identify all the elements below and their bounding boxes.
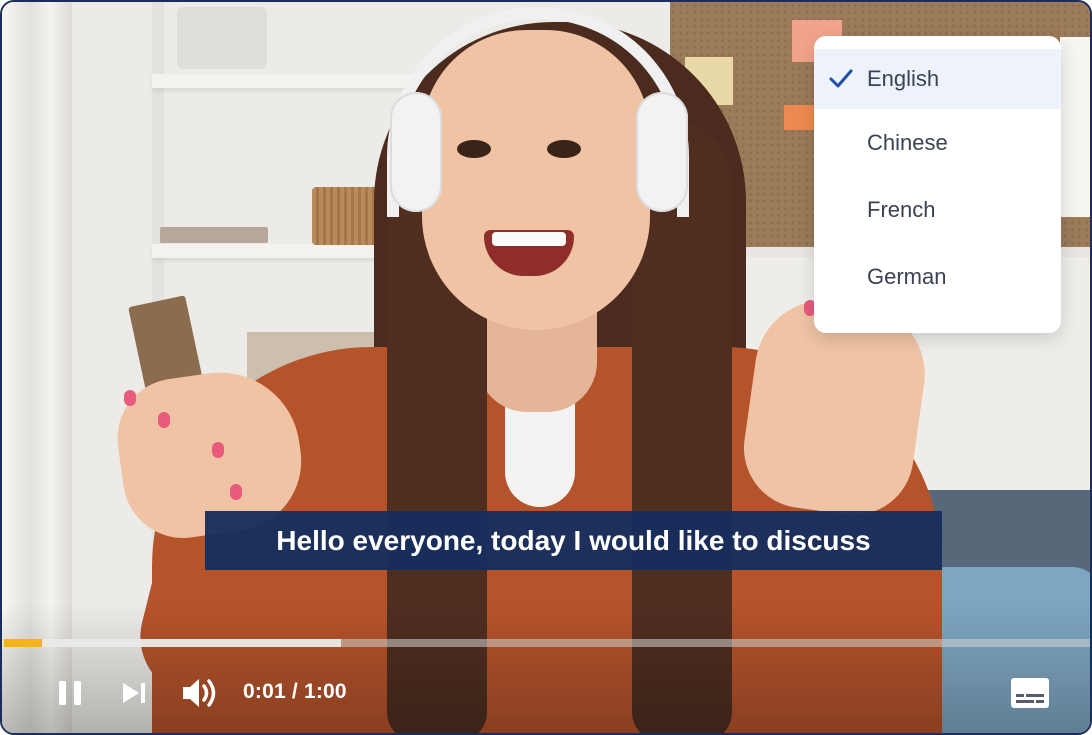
fingernail xyxy=(230,484,242,500)
subtitle-caption: Hello everyone, today I would like to di… xyxy=(205,511,942,570)
headphone-earcup xyxy=(390,92,442,212)
sticky-note xyxy=(784,105,814,130)
video-player[interactable]: English Chinese French German Hello ever… xyxy=(0,0,1092,735)
language-label: French xyxy=(867,197,936,222)
subtitles-icon[interactable] xyxy=(1010,677,1050,709)
language-option-german[interactable]: German xyxy=(814,243,1061,310)
time-separator: / xyxy=(291,680,298,703)
pause-icon[interactable] xyxy=(56,679,84,707)
volume-icon[interactable] xyxy=(180,675,220,711)
language-option-french[interactable]: French xyxy=(814,176,1061,243)
books xyxy=(160,227,268,243)
basket xyxy=(312,187,378,245)
fingernail xyxy=(212,442,224,458)
progress-bar[interactable] xyxy=(4,639,1090,647)
check-icon xyxy=(829,69,853,88)
time-display: 0:01 / 1:00 xyxy=(243,680,347,704)
fingernail xyxy=(158,412,170,428)
language-label: German xyxy=(867,264,947,289)
language-label: Chinese xyxy=(867,130,948,155)
language-option-english[interactable]: English xyxy=(814,49,1061,109)
fingernail xyxy=(124,390,136,406)
controls-gradient xyxy=(2,602,1090,733)
language-option-chinese[interactable]: Chinese xyxy=(814,109,1061,176)
shelf xyxy=(152,74,422,88)
desk-clock xyxy=(177,7,267,69)
progress-played xyxy=(4,639,43,647)
current-time: 0:01 xyxy=(243,680,286,703)
skip-next-icon[interactable] xyxy=(120,680,150,706)
language-label: English xyxy=(867,66,940,91)
progress-buffered xyxy=(4,639,342,647)
shirt xyxy=(505,397,575,507)
pinned-paper xyxy=(1060,37,1090,217)
subtitle-language-menu: English Chinese French German xyxy=(814,36,1061,333)
headphone-earcup xyxy=(636,92,688,212)
teeth xyxy=(492,232,566,246)
duration: 1:00 xyxy=(303,680,347,703)
